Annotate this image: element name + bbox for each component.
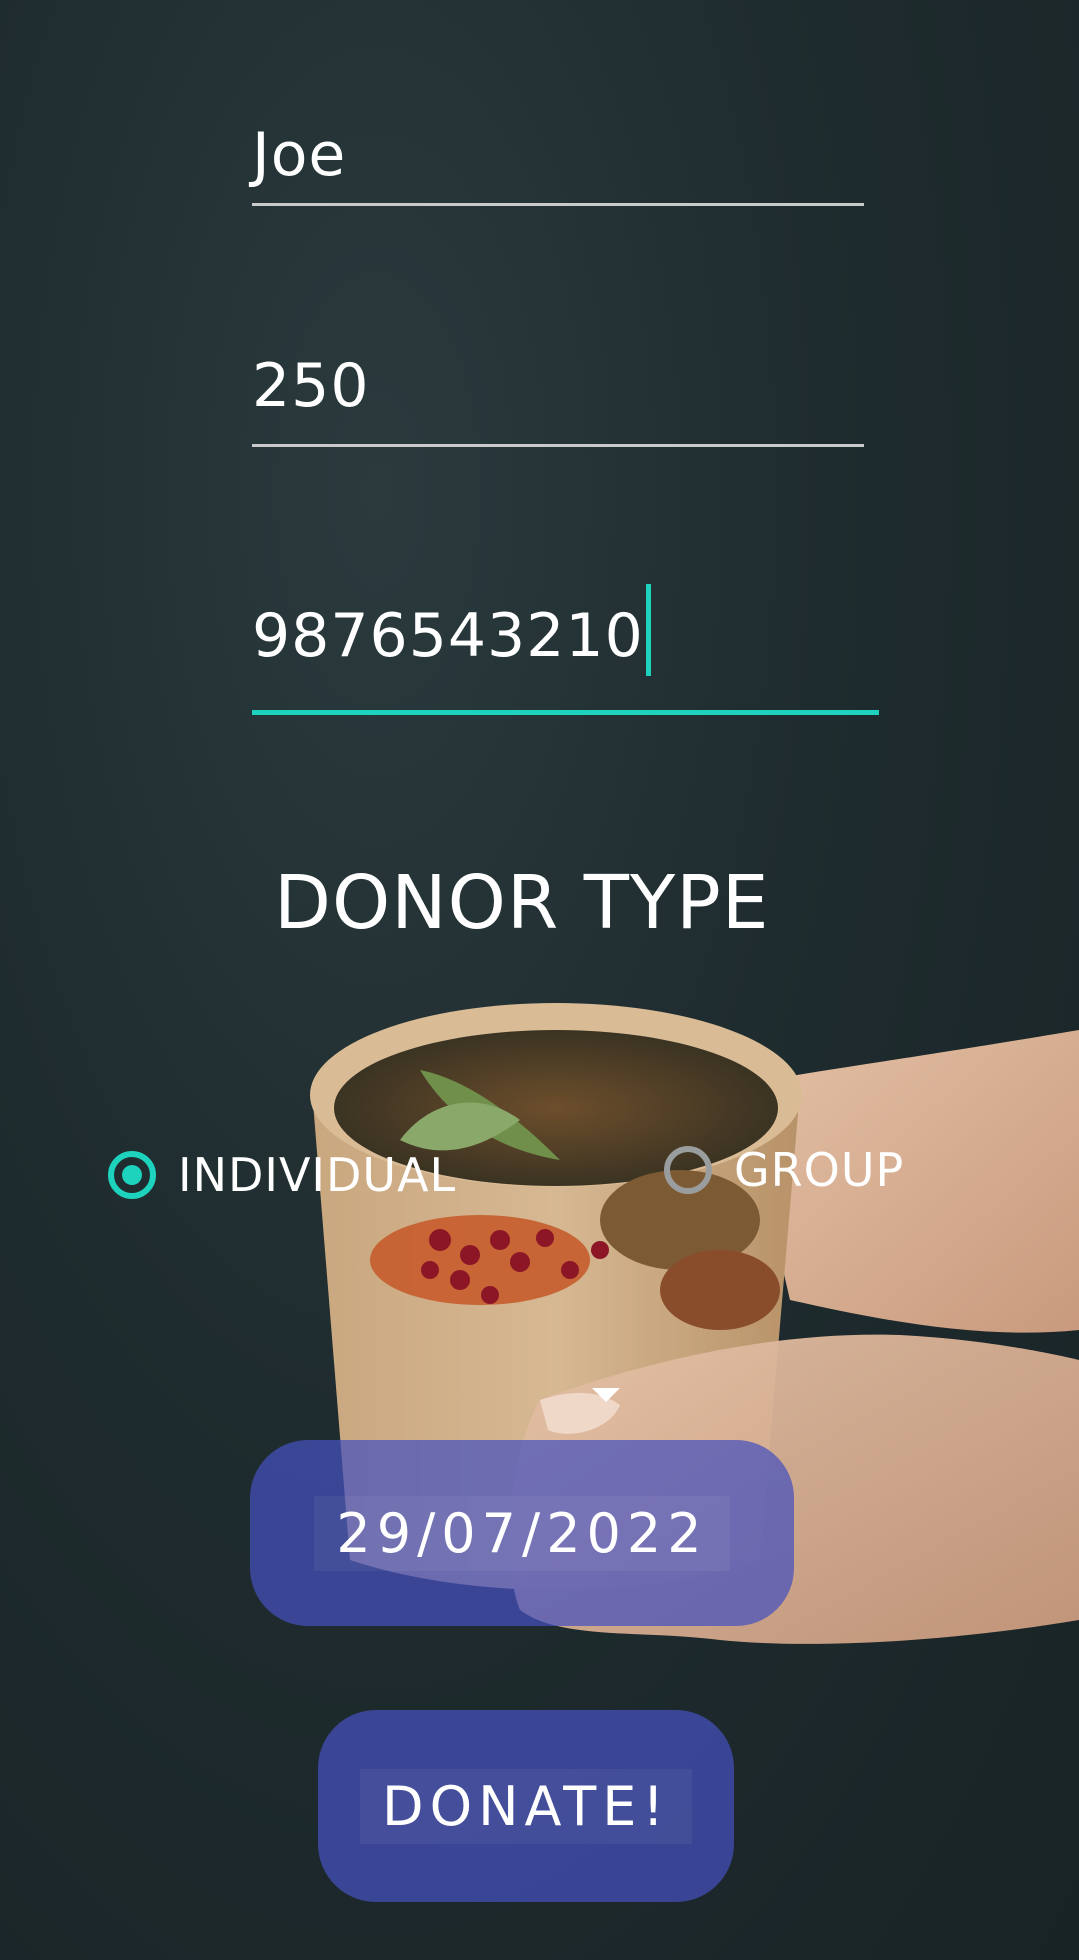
radio-individual[interactable]: INDIVIDUAL [108,1148,456,1202]
phone-field-underline [252,710,879,715]
name-input-value[interactable]: Joe [252,125,864,185]
radio-individual-label: INDIVIDUAL [178,1148,457,1202]
donor-type-title: DONOR TYPE [274,860,770,946]
phone-field[interactable]: 9876543210 [252,584,879,715]
date-picker-button[interactable]: 29/07/2022 [250,1440,794,1626]
date-picker-label: 29/07/2022 [314,1495,730,1571]
name-field-underline [252,203,864,206]
dropdown-arrow-icon[interactable] [592,1388,620,1402]
name-field[interactable]: Joe [252,125,864,206]
amount-input-value[interactable]: 250 [252,356,864,416]
phone-field-row: 9876543210 [252,584,879,682]
radio-unchecked-icon [664,1146,712,1194]
text-cursor [645,584,651,676]
radio-group-label: GROUP [734,1143,905,1197]
donate-button-label: DONATE! [360,1768,692,1844]
radio-group[interactable]: GROUP [664,1143,904,1197]
amount-field-underline [252,444,864,447]
food-bowl-photo [310,1003,1079,1644]
phone-input-value[interactable]: 9876543210 [252,606,644,666]
amount-field[interactable]: 250 [252,356,864,447]
radio-checked-icon [108,1151,156,1199]
donate-button[interactable]: DONATE! [318,1710,734,1902]
